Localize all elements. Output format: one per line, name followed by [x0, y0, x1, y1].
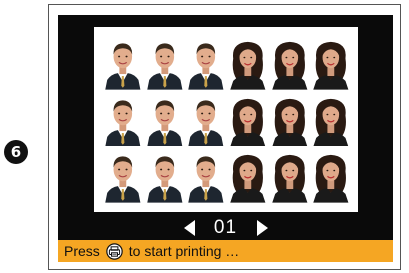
- status-bar: Press to start printing …: [58, 240, 393, 262]
- status-prefix: Press: [64, 243, 100, 259]
- page-number: 01: [213, 217, 238, 238]
- passport-photo-woman: [269, 150, 310, 203]
- next-page-arrow-icon[interactable]: [256, 220, 268, 236]
- passport-photo-man: [103, 93, 143, 147]
- passport-photo-woman: [311, 37, 351, 90]
- page-navigator: 01: [58, 217, 393, 239]
- passport-photo-man: [103, 37, 143, 90]
- previous-page-arrow-icon[interactable]: [183, 220, 195, 236]
- passport-photo-man: [103, 150, 143, 203]
- passport-photo-woman: [269, 93, 310, 147]
- photo-grid: [103, 37, 351, 203]
- passport-photo-woman: [228, 37, 268, 90]
- passport-photo-woman: [228, 93, 268, 147]
- print-button-icon: [106, 242, 123, 260]
- passport-photo-woman: [228, 150, 268, 203]
- passport-photo-man: [144, 93, 185, 147]
- passport-photo-woman: [269, 37, 310, 90]
- passport-photo-man: [144, 37, 185, 90]
- passport-photo-woman: [311, 93, 351, 147]
- passport-photo-woman: [311, 150, 351, 203]
- photo-sheet-preview: [94, 27, 358, 212]
- passport-photo-man: [144, 150, 185, 203]
- passport-photo-man: [186, 37, 226, 90]
- passport-photo-man: [186, 93, 226, 147]
- step-number: 6: [10, 143, 22, 161]
- lcd-screen: 01 Press to start printing …: [58, 15, 393, 262]
- passport-photo-man: [186, 150, 226, 203]
- step-number-badge: 6: [4, 140, 28, 164]
- status-suffix: to start printing …: [128, 243, 240, 259]
